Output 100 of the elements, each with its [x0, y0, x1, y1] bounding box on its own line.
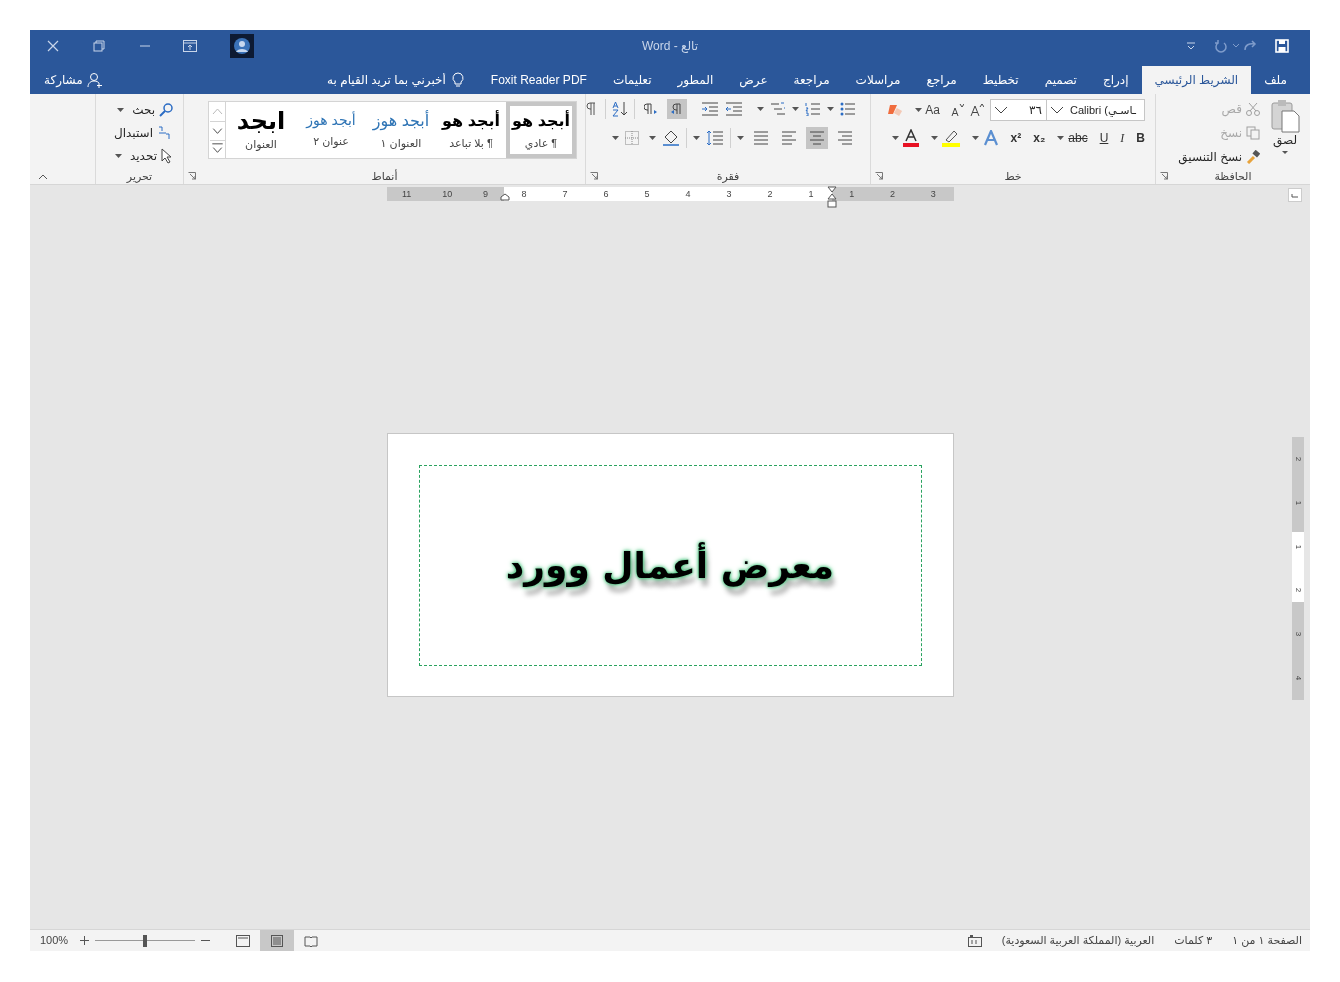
dialog-launcher-icon[interactable]: [590, 172, 598, 180]
collapse-ribbon-icon[interactable]: [38, 174, 48, 180]
customize-dropdown-icon[interactable]: [1186, 41, 1196, 51]
style-item[interactable]: أبجد هوز العنوان ١: [366, 102, 436, 158]
lightbulb-icon[interactable]: [451, 72, 464, 88]
ruler-number: 2: [1294, 588, 1302, 593]
caret-icon: [891, 135, 899, 141]
caret-icon: [915, 107, 923, 113]
dialog-launcher-icon[interactable]: [1160, 172, 1168, 180]
ruler-number: 2: [1294, 456, 1302, 462]
close-icon[interactable]: [47, 40, 59, 52]
ribbon-tab[interactable]: الشريط الرئيسي: [1141, 66, 1252, 94]
find-button[interactable]: بحث: [114, 100, 173, 120]
right-to-left-button[interactable]: [667, 99, 687, 119]
decrease-indent-icon[interactable]: [725, 102, 743, 116]
italic-button[interactable]: I: [1120, 129, 1125, 147]
format-painter-button[interactable]: نسخ التنسيق: [1178, 147, 1260, 167]
caret-icon[interactable]: [1232, 43, 1240, 49]
cursor-arrow-icon: [161, 148, 173, 164]
sup-button[interactable]: x²: [1010, 129, 1022, 147]
share-button[interactable]: مشاركة: [44, 66, 103, 94]
ruler-number: 5: [644, 189, 650, 199]
paintbrush-icon: [1246, 150, 1260, 164]
ribbon-display-icon[interactable]: [183, 40, 197, 52]
style-item[interactable]: أبجد هو ¶ عادي: [506, 102, 576, 158]
align-center-button[interactable]: [806, 127, 828, 149]
ruler-number: 1: [808, 189, 814, 199]
group-label: خط: [1003, 169, 1023, 184]
sort-icon[interactable]: [612, 101, 628, 117]
document-heading: معرض أعمال وورد: [505, 541, 835, 589]
zoom-slider[interactable]: [95, 934, 196, 947]
style-item[interactable]: ابجد العنوان: [226, 102, 296, 158]
replace-icon: [157, 125, 173, 141]
paint-bucket-icon[interactable]: [662, 129, 680, 147]
strike-button[interactable]: abc: [1068, 129, 1088, 147]
ruler-number: 7: [562, 189, 568, 199]
dialog-launcher-icon[interactable]: [875, 172, 883, 180]
pilcrow-arrow-icon: [670, 102, 684, 116]
dialog-launcher-icon[interactable]: [188, 172, 196, 180]
language-indicator[interactable]: العربية (المملكة العربية السعودية): [1001, 932, 1155, 949]
style-item[interactable]: أبجد هوز عنوان ٢: [296, 102, 366, 158]
restore-icon[interactable]: [93, 40, 105, 52]
paste-button[interactable]: لصق: [1266, 99, 1304, 168]
change-case-button[interactable]: Aa: [915, 101, 940, 119]
caret-icon: [737, 135, 744, 141]
select-button[interactable]: تحديد: [114, 146, 173, 166]
text-effects-icon[interactable]: [982, 130, 999, 146]
undo-icon[interactable]: [1214, 39, 1228, 53]
shrink-font-icon[interactable]: [950, 103, 964, 117]
ribbon-tab[interactable]: تصميم: [1031, 66, 1090, 94]
ruler-toggle-icon[interactable]: [1288, 188, 1302, 202]
indent-marker-icon[interactable]: [499, 193, 510, 201]
ribbon-tab[interactable]: ملف: [1251, 66, 1300, 94]
borders-icon[interactable]: [625, 131, 639, 145]
page-count[interactable]: الصفحة ١ من ١: [1232, 932, 1302, 949]
print-view-button[interactable]: [260, 930, 295, 951]
view-mode-icon: [304, 934, 319, 947]
style-item[interactable]: أبجد هو ¶ بلا تباعد: [436, 102, 506, 158]
highlighter-icon[interactable]: [941, 129, 960, 147]
sub-button[interactable]: x₂: [1033, 129, 1046, 147]
font-color-icon[interactable]: [902, 129, 919, 147]
ruler-number: 3: [1294, 632, 1302, 637]
grow-font-icon[interactable]: [970, 103, 984, 117]
numbered-list-icon[interactable]: [805, 102, 821, 116]
ribbon-tab[interactable]: المطور: [664, 66, 727, 94]
pilcrow-icon[interactable]: [585, 102, 597, 116]
ribbon-tab[interactable]: عرض: [726, 66, 781, 94]
caret-icon: [1057, 135, 1065, 141]
macro-recording-icon[interactable]: [967, 934, 982, 947]
multilevel-list-icon[interactable]: [770, 102, 786, 116]
ruler-number: 6: [603, 189, 609, 199]
ruler-number: 3: [726, 189, 732, 199]
ruler-number: 2: [767, 189, 773, 199]
replace-button[interactable]: استبدال: [114, 123, 173, 143]
ruler-number: 3: [930, 189, 936, 199]
line-spacing-icon[interactable]: [706, 130, 724, 146]
align-lines-icon: [753, 131, 769, 145]
increase-indent-icon[interactable]: [701, 102, 719, 116]
zoom-in-icon[interactable]: [80, 936, 90, 945]
group-label: فقرة: [715, 169, 741, 184]
redo-icon[interactable]: [1244, 39, 1258, 53]
hanging-indent-marker-icon[interactable]: [826, 186, 837, 208]
ribbon-tab[interactable]: إدراج: [1089, 66, 1142, 94]
ruler-number: 1: [1294, 500, 1302, 505]
save-icon[interactable]: [1275, 39, 1289, 53]
copy-icon: [1246, 126, 1260, 140]
ribbon-tab[interactable]: مراسلات: [842, 66, 914, 94]
word-count[interactable]: ٣ كلمات: [1174, 932, 1213, 949]
underline-button[interactable]: U: [1099, 129, 1109, 147]
ribbon-tab[interactable]: مراجعة: [780, 66, 843, 94]
ribbon-tab[interactable]: Foxit Reader PDF: [477, 66, 600, 94]
ribbon-tab[interactable]: تعليمات: [599, 66, 665, 94]
zoom-level[interactable]: 100%: [40, 932, 69, 949]
clear-formatting-icon[interactable]: [887, 103, 904, 117]
ribbon-tab[interactable]: تخطيط: [969, 66, 1032, 94]
align-lines-icon: [837, 131, 853, 145]
zoom-slider-thumb[interactable]: [143, 934, 148, 947]
bold-button[interactable]: B: [1136, 129, 1145, 147]
ribbon-tab[interactable]: مراجع: [913, 66, 970, 94]
bullet-list-icon[interactable]: [840, 102, 856, 116]
